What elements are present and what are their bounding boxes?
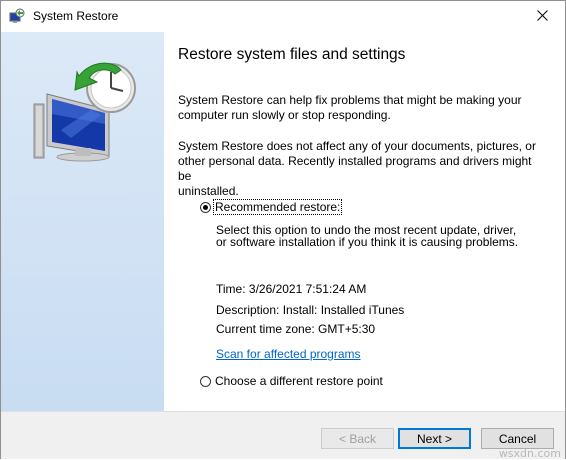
watermark: wsxdn.com [498, 447, 561, 460]
page-title: Restore system files and settings [178, 46, 406, 63]
system-restore-icon [9, 8, 25, 24]
intro-line: System Restore can help fix problems tha… [178, 93, 522, 107]
different-restore-point-radio[interactable] [200, 375, 211, 387]
restore-description: Description: Install: Installed iTunes [216, 303, 405, 317]
intro-line: computer run slowly or stop responding. [178, 108, 391, 122]
cancel-button[interactable]: Cancel [481, 428, 554, 449]
scan-affected-programs-link[interactable]: Scan for affected programs [216, 347, 361, 362]
notice-line: uninstalled. [178, 184, 239, 198]
different-restore-point-label[interactable]: Choose a different restore point [214, 374, 384, 388]
notice-line: System Restore does not affect any of yo… [178, 139, 536, 153]
system-restore-window: System Restore Restore system files and … [0, 0, 566, 460]
recommended-restore-radio[interactable] [200, 201, 211, 213]
window-title: System Restore [33, 9, 119, 23]
wizard-footer: < Back Next > Cancel wsxdn.com [1, 411, 565, 460]
title-bar[interactable]: System Restore [1, 1, 565, 32]
recommended-restore-option[interactable]: Recommended restore: [200, 199, 343, 215]
close-icon [536, 9, 548, 24]
recommended-restore-label[interactable]: Recommended restore: [212, 199, 343, 215]
notice-line: other personal data. Recently installed … [178, 154, 532, 183]
wizard-content: Restore system files and settings System… [164, 32, 565, 411]
next-button[interactable]: Next > [398, 428, 471, 449]
computer-clock-restore-icon [31, 60, 141, 162]
current-time-zone: Current time zone: GMT+5:30 [216, 322, 376, 336]
notice-paragraph: System Restore does not affect any of yo… [178, 139, 548, 199]
close-button[interactable] [519, 1, 565, 32]
different-restore-point-option[interactable]: Choose a different restore point [200, 374, 384, 388]
restore-time: Time: 3/26/2021 7:51:24 AM [216, 282, 367, 296]
recommended-description-line: or software installation if you think it… [216, 235, 519, 249]
back-button[interactable]: < Back [321, 428, 394, 449]
wizard-sidebar [1, 32, 164, 411]
intro-paragraph: System Restore can help fix problems tha… [178, 93, 548, 123]
